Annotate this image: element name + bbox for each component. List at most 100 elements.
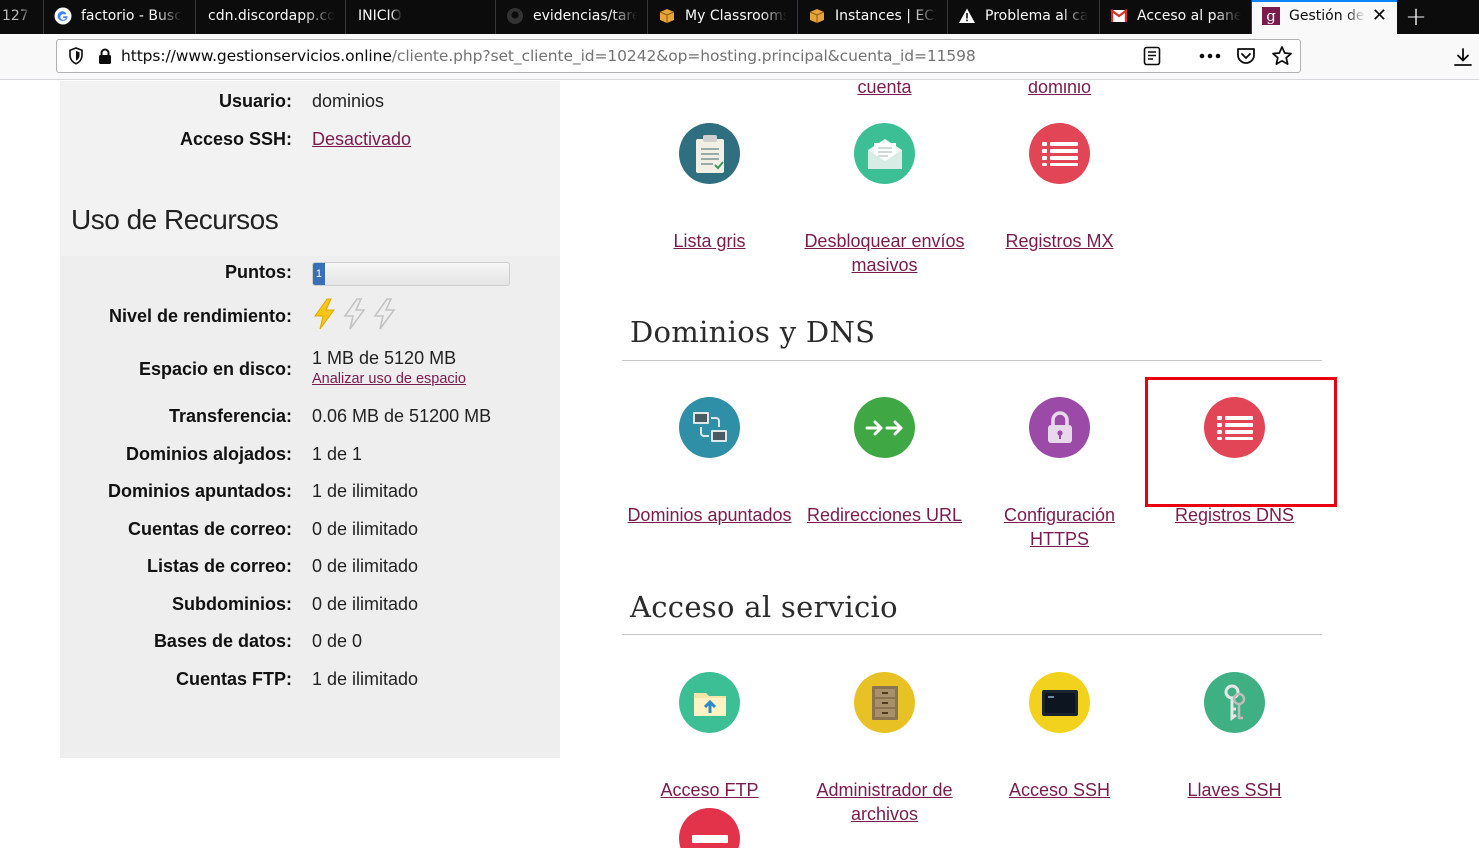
url-path: /cliente.php?set_cliente_id=10242&op=hos…	[391, 47, 976, 65]
box-icon	[658, 7, 676, 25]
url-bar[interactable]: https://www.gestionservicios.online/clie…	[56, 39, 1301, 73]
cabinet-icon	[871, 685, 898, 720]
ftp-value: 1 de ilimitado	[312, 669, 419, 689]
disco-label: Espacio en disco:	[138, 359, 292, 379]
page-content: Usuario: dominios Acceso SSH: Desactivad…	[0, 81, 1479, 848]
partial-cuenta-link[interactable]: cuenta	[797, 81, 972, 99]
tab-5-label: evidencias/tare	[533, 8, 637, 24]
red-highlight-box	[1145, 377, 1337, 507]
tab-10-label: Gestión de	[1289, 8, 1365, 24]
https-circle[interactable]	[1029, 397, 1090, 458]
tab-3-label: cdn.discordapp.co	[208, 8, 335, 24]
tab-9[interactable]: Acceso al pane	[1100, 0, 1252, 34]
tab-7[interactable]: Instances | EC2	[798, 0, 948, 34]
tab-active[interactable]: g Gestión de ✕	[1252, 0, 1397, 34]
access-section-divider	[622, 634, 1322, 635]
correo-value: 0 de ilimitado	[312, 519, 419, 539]
acceso-ftp-label[interactable]: Acceso FTP	[622, 778, 797, 802]
llaves-ssh-circle[interactable]	[1204, 672, 1265, 733]
dom-apuntados-value: 1 de ilimitado	[312, 481, 419, 501]
url-host: https://www.gestionservicios.online	[121, 47, 392, 65]
performance-level	[312, 298, 398, 330]
g-icon: g	[1262, 7, 1280, 25]
new-tab-button[interactable]: +	[1397, 0, 1435, 34]
reader-view-icon[interactable]	[1140, 44, 1164, 68]
https-label[interactable]: Configuración HTTPS	[972, 503, 1147, 551]
lock-icon[interactable]	[97, 46, 113, 66]
plus-icon: +	[1405, 2, 1427, 32]
transferencia-value: 0.06 MB de 51200 MB	[312, 406, 492, 426]
resources-panel-bg	[60, 256, 560, 758]
analyze-disk-link[interactable]: Analizar uso de espacio	[312, 371, 466, 387]
tab-bar: 127 factorio - Busc cdn.discordapp.co IN…	[0, 0, 1479, 34]
tab-6-label: My Classrooms	[685, 8, 787, 24]
admin-archivos-circle[interactable]	[854, 672, 915, 733]
resources-title: Uso de Recursos	[71, 204, 279, 235]
bolt-icon-inactive	[373, 298, 396, 330]
block-icon	[691, 834, 728, 843]
shield-icon[interactable]	[65, 45, 87, 67]
tab-4[interactable]: INICIO	[346, 0, 496, 34]
llaves-ssh-label[interactable]: Llaves SSH	[1147, 778, 1322, 802]
tab-1[interactable]: 127	[0, 0, 44, 34]
admin-archivos-label[interactable]: Administrador de archivos	[797, 778, 972, 826]
ssh-label: Acceso SSH:	[179, 129, 292, 149]
acceso-ftp-circle[interactable]	[679, 672, 740, 733]
redirect-arrows-icon	[865, 420, 902, 435]
listas-value: 0 de ilimitado	[312, 556, 419, 576]
tab-2-label: factorio - Busc	[81, 8, 182, 24]
subdominios-label: Subdominios:	[172, 594, 292, 614]
warning-icon	[958, 7, 976, 25]
tab-5[interactable]: evidencias/tare	[496, 0, 648, 34]
redirecciones-label[interactable]: Redirecciones URL	[797, 503, 972, 527]
page-actions-icon[interactable]	[1198, 44, 1222, 68]
bases-value: 0 de 0	[312, 631, 363, 651]
desbloquear-circle[interactable]	[854, 123, 915, 184]
tab-9-label: Acceso al pane	[1137, 8, 1241, 24]
bolt-icon-inactive	[343, 298, 366, 330]
blocked-circle[interactable]	[679, 808, 740, 848]
dns-section-title: Dominios y DNS	[630, 315, 876, 349]
navigation-bar: https://www.gestionservicios.online/clie…	[0, 34, 1479, 80]
dom-alojados-label: Dominios alojados:	[125, 444, 292, 464]
usuario-value: dominios	[312, 91, 385, 111]
acceso-ssh-circle[interactable]	[1029, 672, 1090, 733]
terminal-icon	[1041, 689, 1078, 716]
tab-2[interactable]: factorio - Busc	[44, 0, 196, 34]
desbloquear-label[interactable]: Desbloquear envíos masivos	[797, 229, 972, 277]
lista-gris-circle[interactable]	[679, 123, 740, 184]
registros-mx-label[interactable]: Registros MX	[972, 229, 1147, 253]
dominios-apuntados-label[interactable]: Dominios apuntados	[622, 503, 797, 527]
url-text[interactable]: https://www.gestionservicios.online/clie…	[121, 47, 976, 65]
dns-section-divider	[622, 360, 1322, 361]
folder-upload-icon	[693, 692, 726, 716]
account-sidebar: Usuario: dominios Acceso SSH: Desactivad…	[60, 81, 560, 758]
nivel-label: Nivel de rendimiento:	[108, 306, 292, 326]
list-icon	[1041, 141, 1078, 166]
tab-6[interactable]: My Classrooms	[648, 0, 798, 34]
github-icon	[506, 7, 524, 25]
redirecciones-circle[interactable]	[854, 397, 915, 458]
registros-mx-circle[interactable]	[1029, 123, 1090, 184]
dominios-apuntados-circle[interactable]	[679, 397, 740, 458]
lista-gris-label[interactable]: Lista gris	[622, 229, 797, 253]
ssh-status-link[interactable]: Desactivado	[312, 129, 411, 150]
correo-label: Cuentas de correo:	[127, 519, 292, 539]
pocket-icon[interactable]	[1234, 44, 1258, 68]
network-icon	[692, 411, 727, 442]
ftp-label: Cuentas FTP:	[175, 669, 292, 689]
download-icon[interactable]	[1451, 45, 1475, 69]
tab-3[interactable]: cdn.discordapp.co	[196, 0, 346, 34]
services-panel: cuenta dominio Lista gris Desbloquear en…	[622, 81, 1337, 848]
partial-dominio-link[interactable]: dominio	[972, 81, 1147, 99]
tab-8[interactable]: Problema al ca	[948, 0, 1100, 34]
tab-7-label: Instances | EC2	[835, 8, 937, 24]
tab-8-label: Problema al ca	[985, 8, 1089, 24]
puntos-label: Puntos:	[225, 262, 292, 282]
google-icon	[54, 7, 72, 25]
acceso-ssh-label[interactable]: Acceso SSH	[972, 778, 1147, 802]
usuario-label: Usuario:	[218, 91, 292, 111]
listas-label: Listas de correo:	[146, 556, 292, 576]
close-tab-icon[interactable]: ✕	[1366, 7, 1387, 25]
bookmark-star-icon[interactable]	[1270, 44, 1294, 68]
